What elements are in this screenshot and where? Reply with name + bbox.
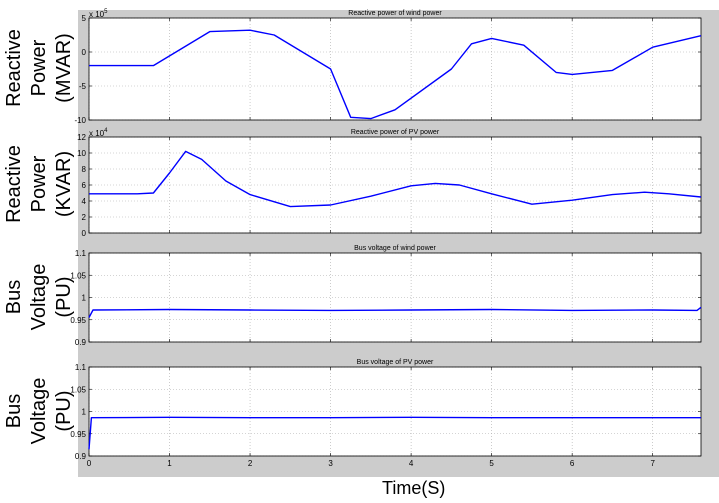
exponent-label: x 104 (89, 128, 108, 138)
y-tick-label: 1.1 (75, 363, 87, 372)
y-tick-label: 12 (77, 133, 86, 142)
x-tick-label: 7 (650, 459, 655, 468)
panel-1: -10 -5 0 5 x 105 Reactive power of wind power… (3, 9, 702, 125)
panel-title: Reactive power of wind power (348, 10, 442, 17)
x-tick-label: 2 (248, 459, 253, 468)
x-tick-label: 1 (167, 459, 172, 468)
panel-title: Reactive power of PV power (351, 129, 440, 136)
y-axis-label-line: Voltage (28, 378, 50, 445)
axes-area (89, 18, 701, 120)
y-tick-label: 6 (82, 181, 87, 190)
y-axis-label-line: (PU) (53, 276, 75, 317)
y-tick-label: 0 (82, 48, 87, 57)
y-axis-label-line: Bus (3, 280, 25, 314)
multi-panel-chart: -10-505 x 105 Reactive power of wind power… (3, 9, 702, 468)
y-axis-label: Bus Voltage (PU) (3, 378, 75, 445)
y-axis-label: Bus Voltage (PU) (3, 264, 75, 331)
y-tick-label: 0 (82, 229, 87, 238)
y-tick-label: 0.9 (75, 338, 87, 347)
panel-title: Bus voltage of PV power (357, 359, 434, 366)
y-tick-label: 0.9 (75, 452, 87, 461)
figure-window: -10 -5 0 5 x 105 Reactive power of wind power… (0, 0, 719, 503)
y-tick-label: 2 (82, 213, 87, 222)
panel-2: 024681012 x 104 Reactive power of PV power… (3, 128, 702, 238)
y-tick-label: -5 (79, 82, 87, 91)
y-axis-label-line: Power (28, 155, 50, 212)
y-axis-label-line: Reactive (3, 29, 25, 107)
y-tick-label: -10 (74, 116, 86, 125)
panel-3: 0.90.9511.051.1Bus voltage of wind power… (3, 245, 702, 347)
y-tick-label: 10 (77, 149, 86, 158)
y-tick-label: 5 (82, 14, 87, 23)
y-axis-label-line: Power (28, 39, 50, 96)
y-tick-label: 1.1 (75, 249, 87, 258)
x-axis-label: Time(S) (382, 478, 446, 498)
y-axis-label-line: (MVAR) (53, 33, 75, 103)
x-tick-label: 5 (489, 459, 494, 468)
y-axis-label-line: Bus (3, 394, 25, 428)
y-axis-label: Reactive Power (KVAR) (3, 145, 75, 223)
y-tick-label: 1 (82, 294, 87, 303)
y-axis-label-line: (PU) (53, 390, 75, 431)
y-tick-label: 8 (82, 165, 87, 174)
exponent-power: 5 (104, 9, 108, 15)
y-axis-label-line: (KVAR) (53, 151, 75, 217)
panel-title: Bus voltage of wind power (354, 245, 436, 252)
x-tick-label: 0 (87, 459, 92, 468)
y-tick-label: 1 (82, 408, 87, 417)
exponent-label: x 105 (89, 9, 108, 19)
y-axis-label: Reactive Power (MVAR) (3, 29, 75, 107)
x-tick-label: 3 (328, 459, 333, 468)
exponent-base: x 10 (89, 129, 105, 138)
y-axis-label-line: Reactive (3, 145, 25, 223)
exponent-base: x 10 (89, 10, 105, 19)
exponent-power: 4 (104, 128, 108, 134)
x-tick-label: 4 (409, 459, 414, 468)
x-tick-label: 6 (570, 459, 575, 468)
y-axis-label-line: Voltage (28, 264, 50, 331)
panel-4: 0.90.9511.051.10 1 2 3 4 5 6 7Bus voltage of PV… (3, 359, 702, 468)
y-tick-label: 4 (82, 197, 87, 206)
